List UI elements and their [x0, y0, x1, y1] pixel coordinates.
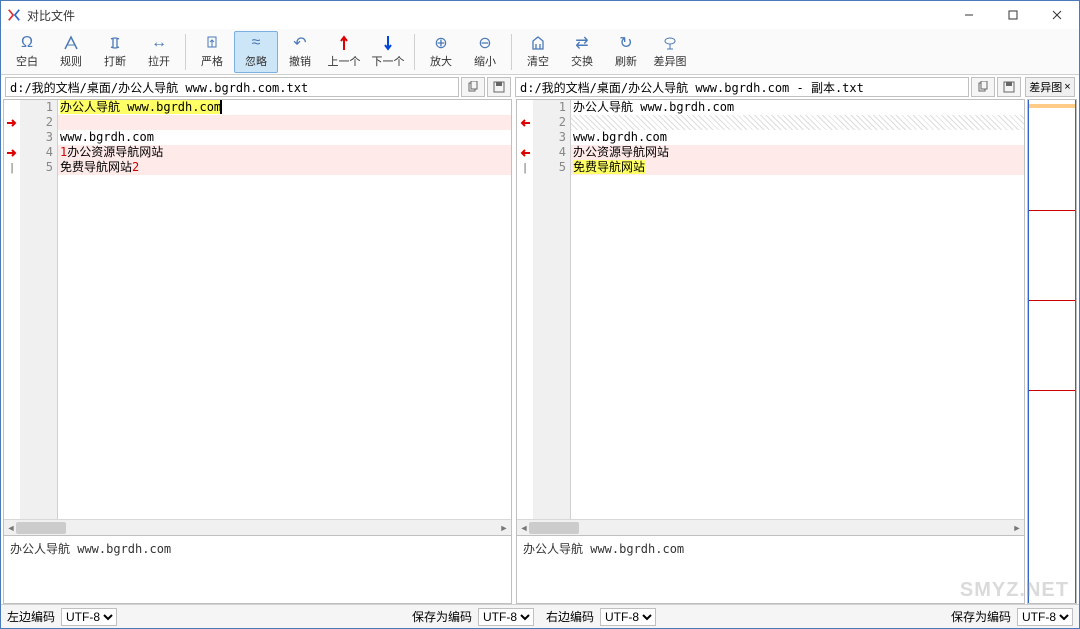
- main-toolbar: Ω空白规则打断↔拉开严格≈忽略↶撤销上一个下一个⊕放大⊖缩小清空⇄交换↻刷新差异…: [1, 29, 1079, 75]
- app-icon: [7, 8, 21, 22]
- right-hscrollbar[interactable]: ◄►: [517, 519, 1024, 535]
- toolbar-label: 交换: [571, 53, 593, 69]
- toolbar-label: 差异图: [654, 53, 687, 69]
- code-line[interactable]: 免费导航网站2: [58, 160, 511, 175]
- toolbar-label: 拉开: [148, 53, 170, 69]
- undo-icon: ↶: [293, 34, 306, 52]
- path-row: 差异图×: [1, 75, 1079, 99]
- left-hscrollbar[interactable]: ◄►: [4, 519, 511, 535]
- app-window: 对比文件 Ω空白规则打断↔拉开严格≈忽略↶撤销上一个下一个⊕放大⊖缩小清空⇄交换…: [0, 0, 1080, 629]
- swap-icon: ⇄: [575, 34, 588, 52]
- rule-icon: [63, 34, 79, 52]
- close-button[interactable]: [1035, 1, 1079, 29]
- refresh-icon: ↻: [619, 34, 632, 52]
- toolbar-next-button[interactable]: 下一个: [366, 31, 410, 73]
- window-title: 对比文件: [27, 7, 947, 24]
- zoomout-icon: ⊖: [478, 34, 491, 52]
- left-save-button[interactable]: [487, 77, 511, 97]
- toolbar-label: 严格: [201, 53, 223, 69]
- left-save-encoding-select[interactable]: UTF-8: [478, 608, 534, 626]
- left-pane: | 12345 办公人导航 www.bgrdh.comwww.bgrdh.com…: [3, 99, 512, 604]
- diffview-icon: [662, 34, 678, 52]
- toolbar-ignore-button[interactable]: ≈忽略: [234, 31, 278, 73]
- code-line[interactable]: 办公人导航 www.bgrdh.com: [571, 100, 1024, 115]
- toolbar-prev-button[interactable]: 上一个: [322, 31, 366, 73]
- toolbar-label: 缩小: [474, 53, 496, 69]
- code-line[interactable]: www.bgrdh.com: [571, 130, 1024, 145]
- toolbar-label: 打断: [104, 53, 126, 69]
- toolbar-label: 上一个: [328, 53, 361, 69]
- split-icon: ↔: [151, 34, 167, 52]
- left-editor[interactable]: | 12345 办公人导航 www.bgrdh.comwww.bgrdh.com…: [4, 100, 511, 519]
- whitespace-icon: Ω: [21, 34, 33, 52]
- toolbar-label: 忽略: [245, 53, 267, 69]
- right-path-input[interactable]: [515, 77, 969, 97]
- toolbar-rule-button[interactable]: 规则: [49, 31, 93, 73]
- statusbar: 左边编码 UTF-8 保存为编码 UTF-8 右边编码 UTF-8 保存为编码 …: [1, 604, 1079, 628]
- toolbar-diffview-button[interactable]: 差异图: [648, 31, 692, 73]
- code-line[interactable]: www.bgrdh.com: [58, 130, 511, 145]
- code-line[interactable]: 1办公资源导航网站: [58, 145, 511, 160]
- toolbar-zoomout-button[interactable]: ⊖缩小: [463, 31, 507, 73]
- zoomin-icon: ⊕: [434, 34, 447, 52]
- right-save-encoding-select[interactable]: UTF-8: [1017, 608, 1073, 626]
- main-area: | 12345 办公人导航 www.bgrdh.comwww.bgrdh.com…: [1, 99, 1079, 604]
- minimize-button[interactable]: [947, 1, 991, 29]
- toolbar-label: 清空: [527, 53, 549, 69]
- left-detail-pane: 办公人导航 www.bgrdh.com: [4, 535, 511, 603]
- right-save-encoding-label: 保存为编码: [951, 608, 1011, 625]
- toolbar-whitespace-button[interactable]: Ω空白: [5, 31, 49, 73]
- toolbar-label: 放大: [430, 53, 452, 69]
- right-pane: | 12345 办公人导航 www.bgrdh.comwww.bgrdh.com…: [516, 99, 1025, 604]
- code-line[interactable]: 办公资源导航网站: [571, 145, 1024, 160]
- prev-icon: [340, 34, 348, 52]
- titlebar: 对比文件: [1, 1, 1079, 29]
- toolbar-clear-button[interactable]: 清空: [516, 31, 560, 73]
- toolbar-label: 空白: [16, 53, 38, 69]
- overview-strip[interactable]: [1027, 99, 1077, 604]
- code-line[interactable]: [571, 115, 1024, 130]
- code-line[interactable]: 免费导航网站: [571, 160, 1024, 175]
- toolbar-break-button[interactable]: 打断: [93, 31, 137, 73]
- right-editor[interactable]: | 12345 办公人导航 www.bgrdh.comwww.bgrdh.com…: [517, 100, 1024, 519]
- toolbar-zoomin-button[interactable]: ⊕放大: [419, 31, 463, 73]
- left-copy-button[interactable]: [461, 77, 485, 97]
- right-encoding-label: 右边编码: [546, 608, 594, 625]
- left-save-encoding-label: 保存为编码: [412, 608, 472, 625]
- break-icon: [107, 34, 123, 52]
- right-encoding-select[interactable]: UTF-8: [600, 608, 656, 626]
- left-path-input[interactable]: [5, 77, 459, 97]
- diff-view-tab[interactable]: 差异图×: [1025, 77, 1075, 97]
- code-line[interactable]: 办公人导航 www.bgrdh.com: [58, 100, 511, 115]
- next-icon: [384, 34, 392, 52]
- ignore-icon: ≈: [252, 34, 261, 52]
- left-encoding-select[interactable]: UTF-8: [61, 608, 117, 626]
- toolbar-label: 规则: [60, 53, 82, 69]
- toolbar-strict-button[interactable]: 严格: [190, 31, 234, 73]
- clear-icon: [530, 34, 546, 52]
- toolbar-label: 下一个: [372, 53, 405, 69]
- maximize-button[interactable]: [991, 1, 1035, 29]
- toolbar-label: 刷新: [615, 53, 637, 69]
- toolbar-label: 撤销: [289, 53, 311, 69]
- right-copy-button[interactable]: [971, 77, 995, 97]
- toolbar-swap-button[interactable]: ⇄交换: [560, 31, 604, 73]
- toolbar-split-button[interactable]: ↔拉开: [137, 31, 181, 73]
- toolbar-refresh-button[interactable]: ↻刷新: [604, 31, 648, 73]
- strict-icon: [205, 34, 219, 52]
- code-line[interactable]: [58, 115, 511, 130]
- right-save-button[interactable]: [997, 77, 1021, 97]
- toolbar-undo-button[interactable]: ↶撤销: [278, 31, 322, 73]
- left-encoding-label: 左边编码: [7, 608, 55, 625]
- right-detail-pane: 办公人导航 www.bgrdh.com: [517, 535, 1024, 603]
